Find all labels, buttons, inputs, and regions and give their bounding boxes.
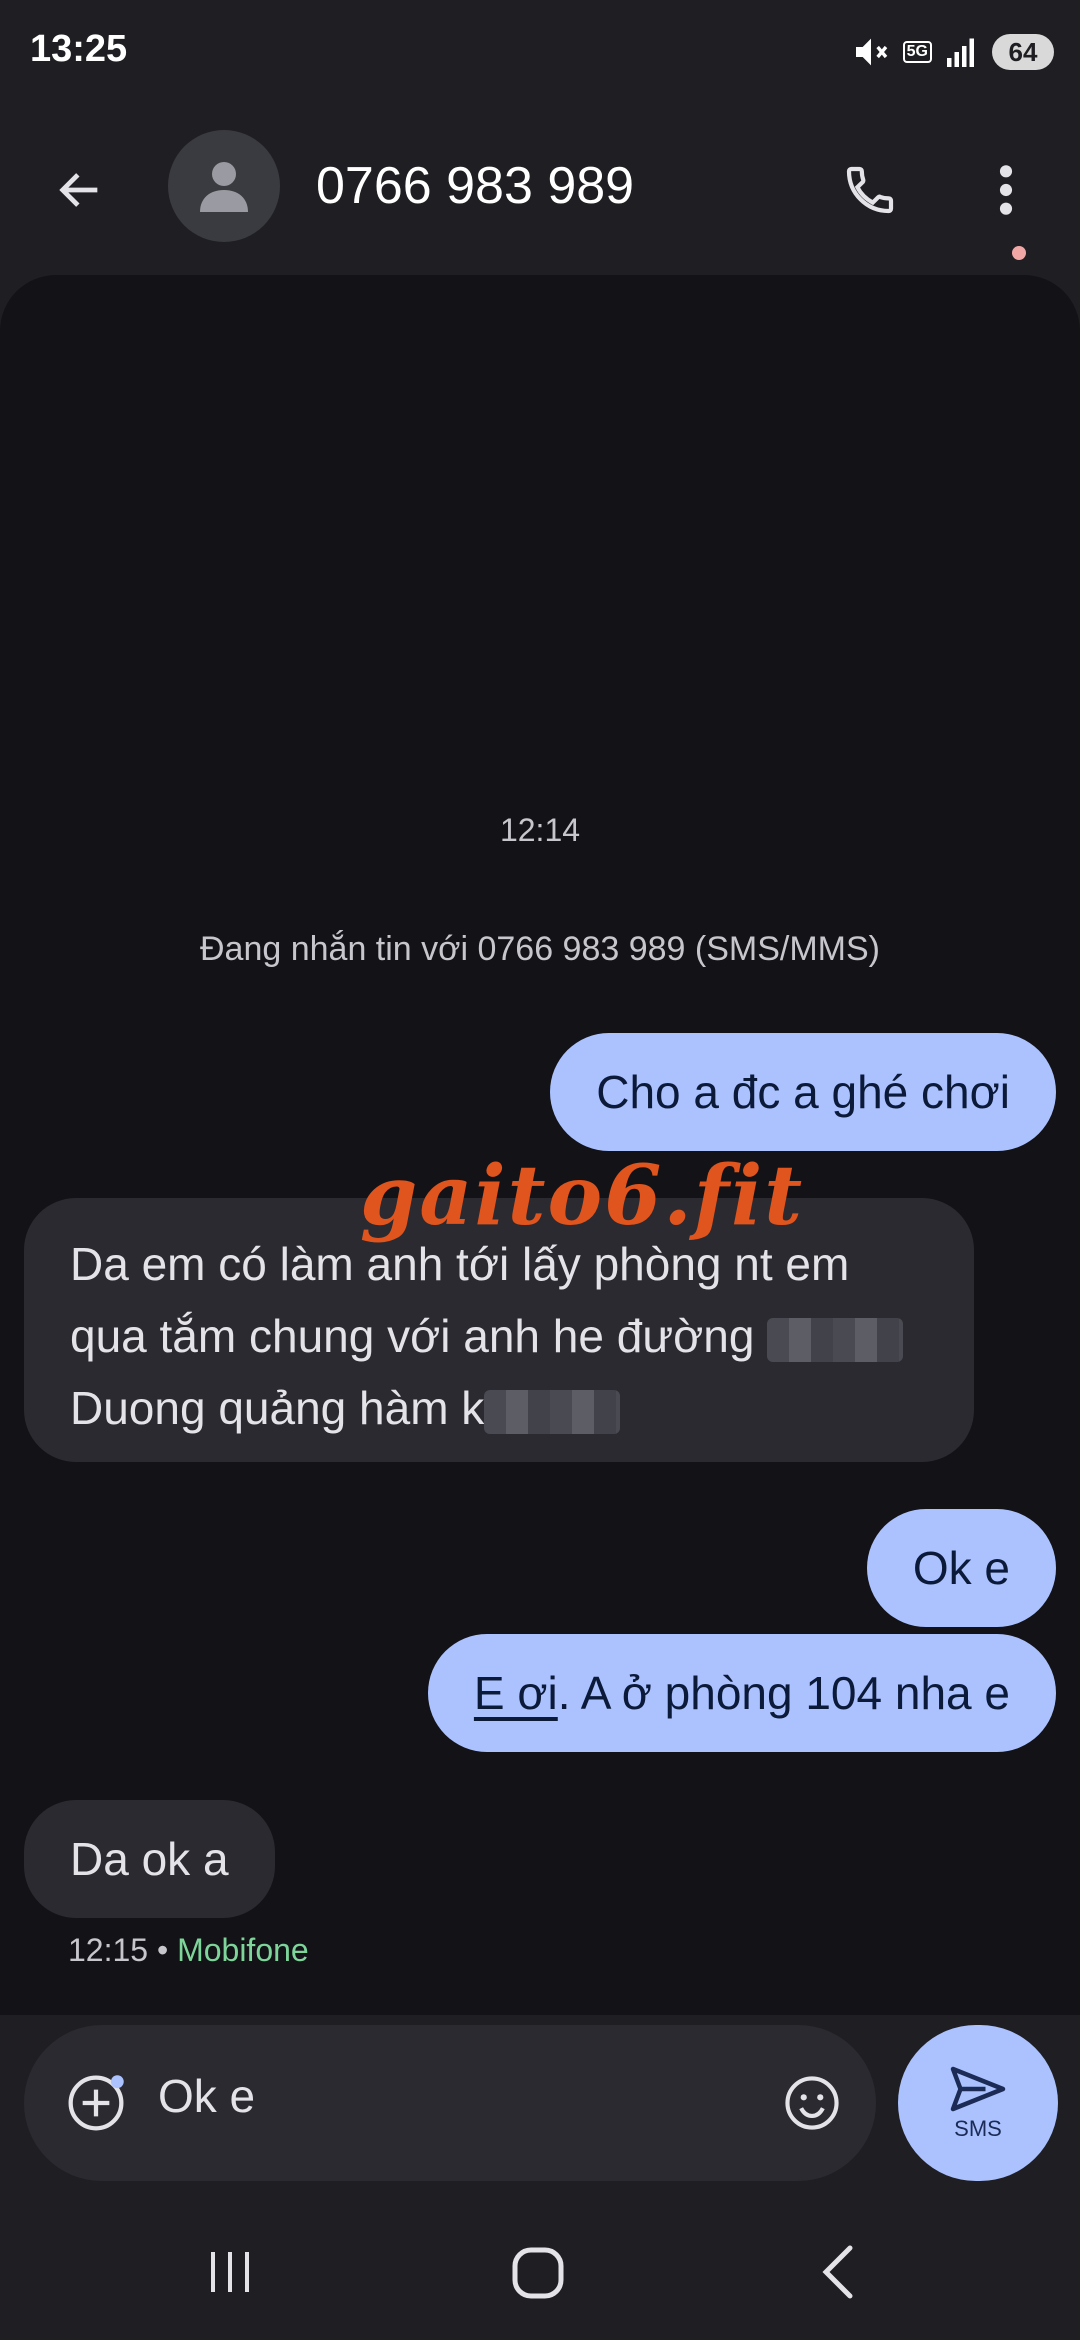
system-nav-bar <box>0 2200 1080 2340</box>
message-meta: 12:15 • Mobifone <box>68 1932 309 1969</box>
nav-home-button[interactable] <box>510 2245 566 2306</box>
status-icons: 5G 64 <box>851 30 1054 74</box>
conversation-info: Đang nhắn tin với 0766 983 989 (SMS/MMS) <box>200 930 880 968</box>
message-bubble-incoming[interactable]: Da ok a <box>24 1800 275 1918</box>
status-time: 13:25 <box>30 28 128 70</box>
nav-recents-button[interactable] <box>205 2250 255 2299</box>
battery-indicator: 64 <box>992 34 1054 70</box>
call-button[interactable] <box>830 150 910 230</box>
redacted-block <box>767 1317 904 1362</box>
signal-icon <box>947 38 974 67</box>
message-line: qua tắm chung với anh he đường <box>70 1300 928 1372</box>
message-link[interactable]: E ơi <box>474 1657 558 1729</box>
network-type-icon: 5G <box>902 41 932 63</box>
watermark: gaito6.fit <box>360 1148 805 1244</box>
send-icon <box>950 2066 1006 2112</box>
redacted-block <box>484 1389 621 1434</box>
message-composer[interactable]: Ok e <box>24 2025 876 2181</box>
message-text: . A ở phòng 104 nha e <box>557 1667 1010 1719</box>
contact-name[interactable]: 0766 983 989 <box>316 156 634 216</box>
message-input[interactable]: Ok e <box>158 2069 255 2123</box>
back-arrow-icon <box>59 173 98 207</box>
meta-separator: • <box>156 1932 169 1968</box>
emoji-button[interactable] <box>774 2065 850 2141</box>
person-icon <box>200 162 248 212</box>
message-text: Ok e <box>912 1542 1010 1594</box>
notification-dot <box>1012 246 1026 260</box>
message-text: Cho a đc a ghé chơi <box>596 1066 1010 1118</box>
emoji-icon <box>785 2076 839 2130</box>
message-time: 12:15 <box>68 1932 149 1968</box>
nav-home-icon <box>512 2247 564 2299</box>
back-button[interactable] <box>40 150 120 230</box>
message-text: Da ok a <box>70 1833 229 1885</box>
app-bar: 0766 983 989 <box>0 100 1080 272</box>
phone-icon <box>846 166 894 214</box>
conversation-time-header: 12:14 <box>499 812 581 848</box>
carrier-label: Mobifone <box>177 1932 309 1968</box>
avatar[interactable] <box>168 130 280 242</box>
mute-icon <box>855 38 887 66</box>
more-vert-icon <box>999 165 1013 215</box>
more-options-button[interactable] <box>966 150 1046 230</box>
message-bubble-outgoing[interactable]: Cho a đc a ghé chơi <box>550 1033 1056 1151</box>
nav-recents-icon <box>211 2252 249 2292</box>
add-circle-icon <box>68 2075 124 2131</box>
status-bar: 13:25 5G 64 <box>0 0 1080 100</box>
nav-back-icon <box>822 2245 853 2299</box>
send-button[interactable]: SMS <box>898 2025 1058 2181</box>
add-attachment-button[interactable] <box>58 2065 134 2141</box>
message-bubble-outgoing[interactable]: Ok e <box>866 1509 1056 1627</box>
message-line: Duong quảng hàm k <box>70 1372 928 1444</box>
message-bubble-outgoing[interactable]: E ơi. A ở phòng 104 nha e <box>427 1634 1056 1752</box>
send-label: SMS <box>954 2116 1002 2141</box>
nav-back-button[interactable] <box>818 2242 858 2307</box>
